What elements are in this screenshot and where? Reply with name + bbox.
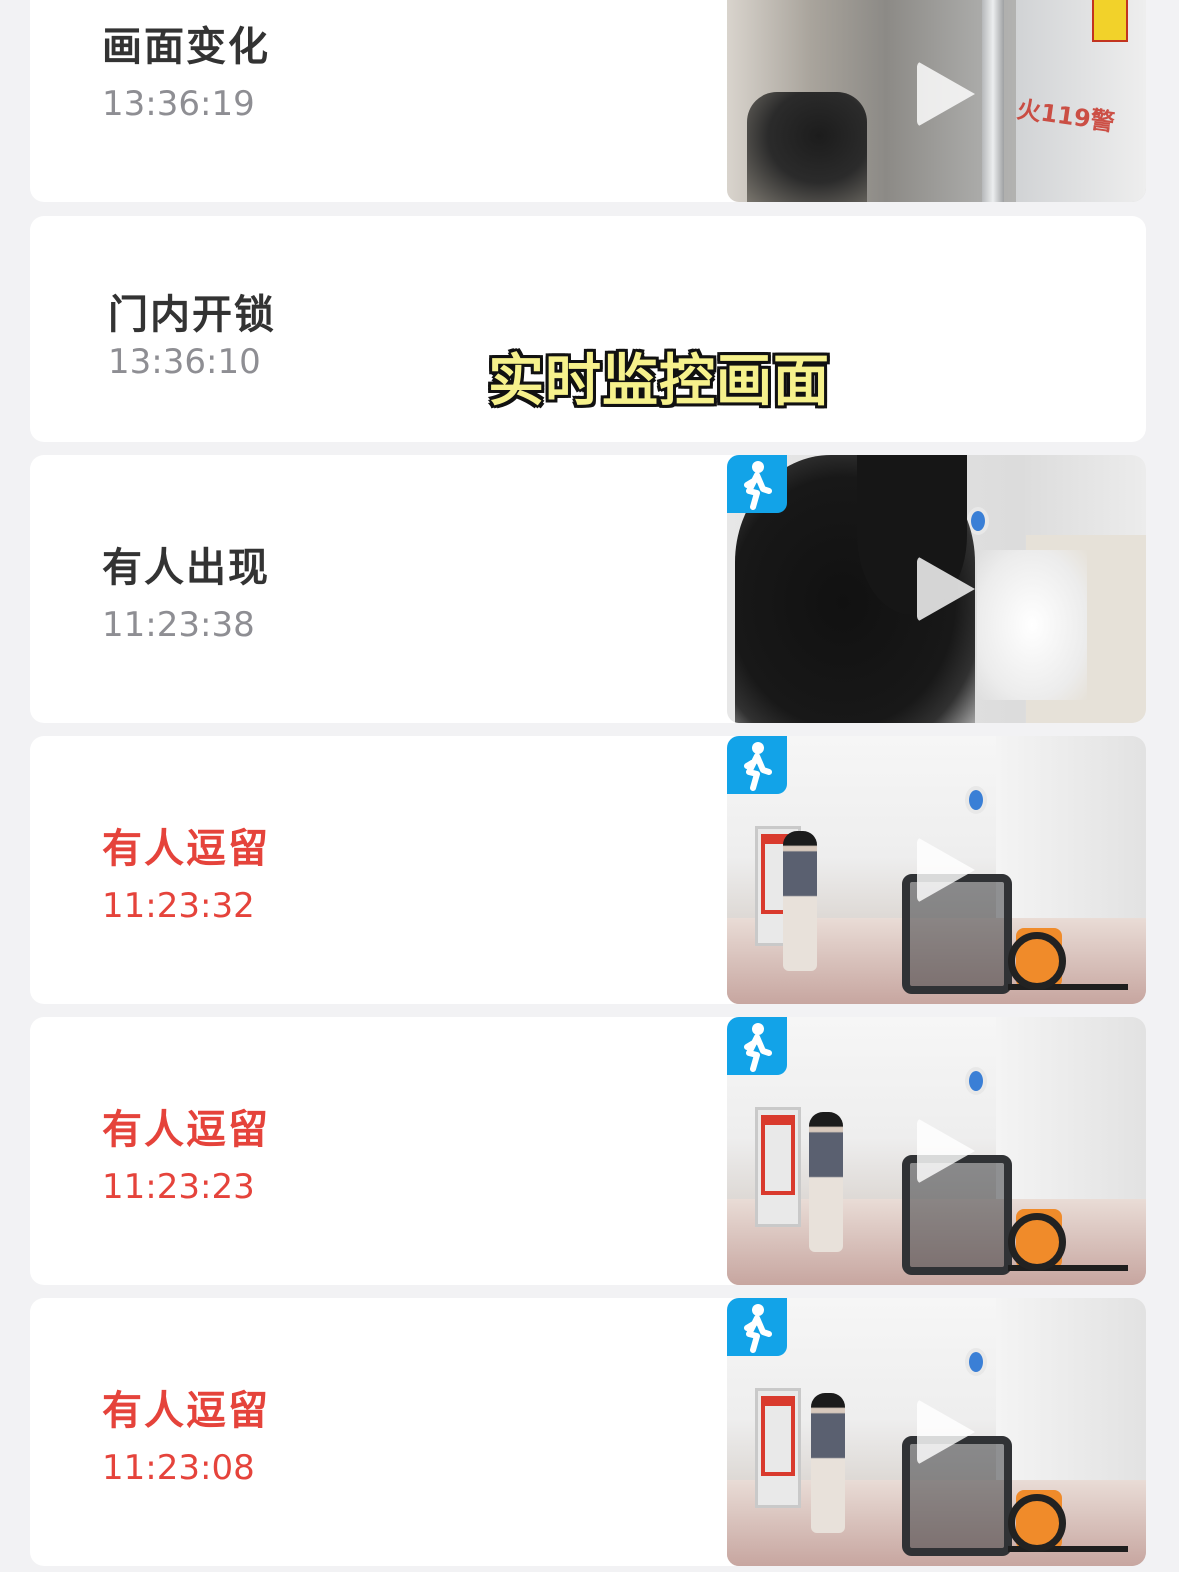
event-time: 11:23:23 [102, 1167, 255, 1207]
play-icon[interactable] [916, 1118, 975, 1184]
person-walking-icon [727, 736, 787, 794]
event-card-scene-change[interactable]: 画面变化 13:36:19 火119警 [30, 0, 1146, 202]
play-icon[interactable] [916, 1399, 975, 1465]
event-video-thumbnail[interactable]: 火119警 [727, 0, 1146, 202]
person-figure [783, 831, 817, 971]
event-video-thumbnail[interactable] [727, 455, 1146, 723]
play-icon[interactable] [916, 837, 975, 903]
person-walking-icon [727, 1017, 787, 1075]
event-time: 11:23:08 [102, 1448, 255, 1488]
event-title: 有人逗留 [102, 826, 270, 872]
event-title: 画面变化 [102, 24, 270, 70]
person-walking-icon [727, 1298, 787, 1356]
person-walking-icon [727, 455, 787, 513]
event-time: 11:23:32 [102, 886, 255, 926]
play-icon[interactable] [916, 556, 975, 622]
event-title: 有人逗留 [102, 1388, 270, 1434]
event-time: 11:23:38 [102, 605, 255, 645]
event-card-person-lingering[interactable]: 有人逗留 11:23:32 [30, 736, 1146, 1004]
event-card-person-lingering[interactable]: 有人逗留 11:23:08 [30, 1298, 1146, 1566]
person-figure [811, 1393, 845, 1533]
event-card-person-lingering[interactable]: 有人逗留 11:23:23 [30, 1017, 1146, 1285]
event-card-person-appeared[interactable]: 有人出现 11:23:38 [30, 455, 1146, 723]
event-video-thumbnail[interactable] [727, 1298, 1146, 1566]
event-time: 13:36:19 [102, 84, 255, 124]
person-figure [809, 1112, 843, 1252]
video-subtitle: 实时监控画面 [488, 349, 830, 414]
event-video-thumbnail[interactable] [727, 1017, 1146, 1285]
event-title: 有人出现 [102, 545, 270, 591]
event-title: 有人逗留 [102, 1107, 270, 1153]
event-time: 13:36:10 [108, 342, 261, 382]
event-video-thumbnail[interactable] [727, 736, 1146, 1004]
play-icon[interactable] [916, 61, 975, 127]
notice-sign [1092, 0, 1128, 42]
event-title: 门内开锁 [108, 292, 276, 338]
